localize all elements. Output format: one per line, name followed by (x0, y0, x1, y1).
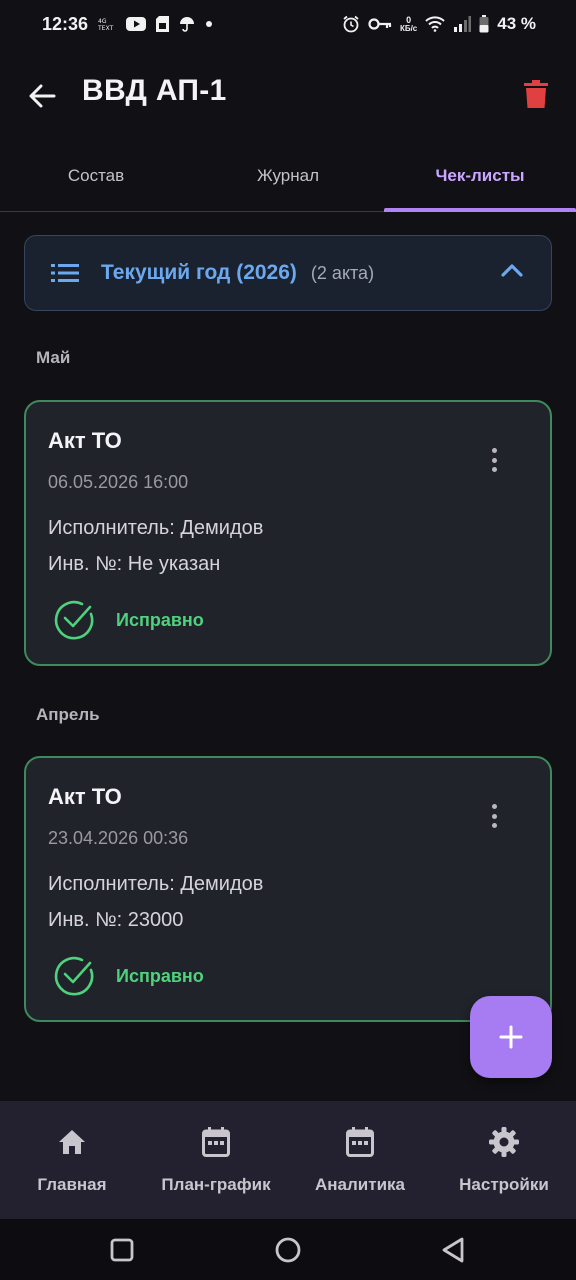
status-time: 12:36 (42, 13, 89, 34)
alarm-icon (342, 15, 360, 33)
status-badge: Исправно (52, 598, 204, 642)
plus-icon (499, 1025, 523, 1049)
home-icon (55, 1125, 89, 1159)
check-circle-icon (52, 598, 96, 642)
svg-text:4G: 4G (98, 18, 107, 25)
card-inventory: Инв. №: Не указан (48, 553, 221, 575)
home-circle-icon[interactable] (273, 1235, 303, 1265)
card-title: Акт ТО (48, 428, 122, 453)
card-title: Акт ТО (48, 784, 122, 809)
check-circle-icon (52, 954, 96, 998)
nav-label: Главная (37, 1175, 107, 1194)
more-vert-icon[interactable] (482, 800, 506, 832)
checklist-card[interactable]: Акт ТО 23.04.2026 00:36 Исполнитель: Дем… (24, 756, 552, 1022)
delete-button[interactable] (516, 74, 556, 114)
bottom-nav: Главная План-график Аналитика Настройки (0, 1101, 576, 1219)
dot-icon (205, 20, 213, 28)
nav-item-settings[interactable]: Настройки (432, 1101, 576, 1219)
svg-text:TEXT: TEXT (98, 25, 113, 31)
signal-icon (453, 16, 472, 32)
gear-icon (487, 1125, 521, 1159)
nav-label: Настройки (459, 1175, 549, 1194)
arrow-left-icon (29, 84, 56, 108)
system-nav-bar (0, 1219, 576, 1280)
status-text: Исправно (116, 609, 204, 630)
add-checklist-button[interactable] (470, 996, 552, 1078)
status-badge: Исправно (52, 954, 204, 998)
checklist-card[interactable]: Акт ТО 06.05.2026 16:00 Исполнитель: Дем… (24, 400, 552, 666)
tab-bar: Состав Журнал Чек-листы (0, 150, 576, 212)
year-group-title: Текущий год (2026) (101, 261, 297, 284)
nav-item-home[interactable]: Главная (0, 1101, 144, 1219)
more-vert-icon[interactable] (482, 444, 506, 476)
sim-icon (156, 16, 170, 32)
vpn-key-icon (368, 17, 392, 31)
youtube-icon (126, 17, 147, 31)
tab-zhurnal[interactable]: Журнал (192, 150, 384, 211)
chevron-up-icon[interactable] (501, 263, 523, 277)
back-button[interactable] (22, 76, 62, 116)
status-text: Исправно (116, 965, 204, 986)
nav-label: Аналитика (315, 1175, 405, 1194)
tab-sostav[interactable]: Состав (0, 150, 192, 211)
trash-icon (524, 80, 548, 108)
screen: 12:36 4G TEXT 0 КБ/с 43 % ВВД АП-1 Соста… (0, 0, 576, 1280)
status-bar: 12:36 4G TEXT 0 КБ/с 43 % (0, 0, 576, 48)
year-group-count: (2 акта) (310, 262, 375, 283)
network-speed-icon: 4G TEXT (98, 17, 116, 31)
app-bar: ВВД АП-1 (0, 56, 576, 132)
tab-checklists[interactable]: Чек-листы (384, 150, 576, 212)
battery-icon (479, 15, 489, 33)
nav-label: План-график (161, 1175, 271, 1194)
card-executor: Исполнитель: Демидов (48, 873, 264, 895)
year-group-header[interactable]: Текущий год (2026) (2 акта) (24, 235, 552, 311)
nav-item-analytics[interactable]: Аналитика (288, 1101, 432, 1219)
back-triangle-icon[interactable] (438, 1235, 468, 1265)
recents-icon[interactable] (107, 1235, 137, 1265)
calendar-icon (343, 1125, 377, 1159)
data-speed-icon: 0 КБ/с (399, 15, 418, 33)
nav-item-plan[interactable]: План-график (144, 1101, 288, 1219)
month-label-may: Май (36, 348, 71, 367)
card-inventory: Инв. №: 23000 (48, 909, 184, 931)
umbrella-icon (179, 16, 195, 32)
card-executor: Исполнитель: Демидов (48, 517, 264, 539)
calendar-icon (199, 1125, 233, 1159)
month-label-april: Апрель (36, 705, 100, 724)
data-speed-unit: КБ/с (399, 23, 418, 33)
card-datetime: 23.04.2026 00:36 (48, 828, 189, 848)
battery-percent: 43 % (497, 14, 536, 33)
wifi-icon (425, 16, 445, 32)
page-title: ВВД АП-1 (82, 74, 227, 107)
card-datetime: 06.05.2026 16:00 (48, 472, 189, 492)
list-icon (51, 263, 79, 283)
